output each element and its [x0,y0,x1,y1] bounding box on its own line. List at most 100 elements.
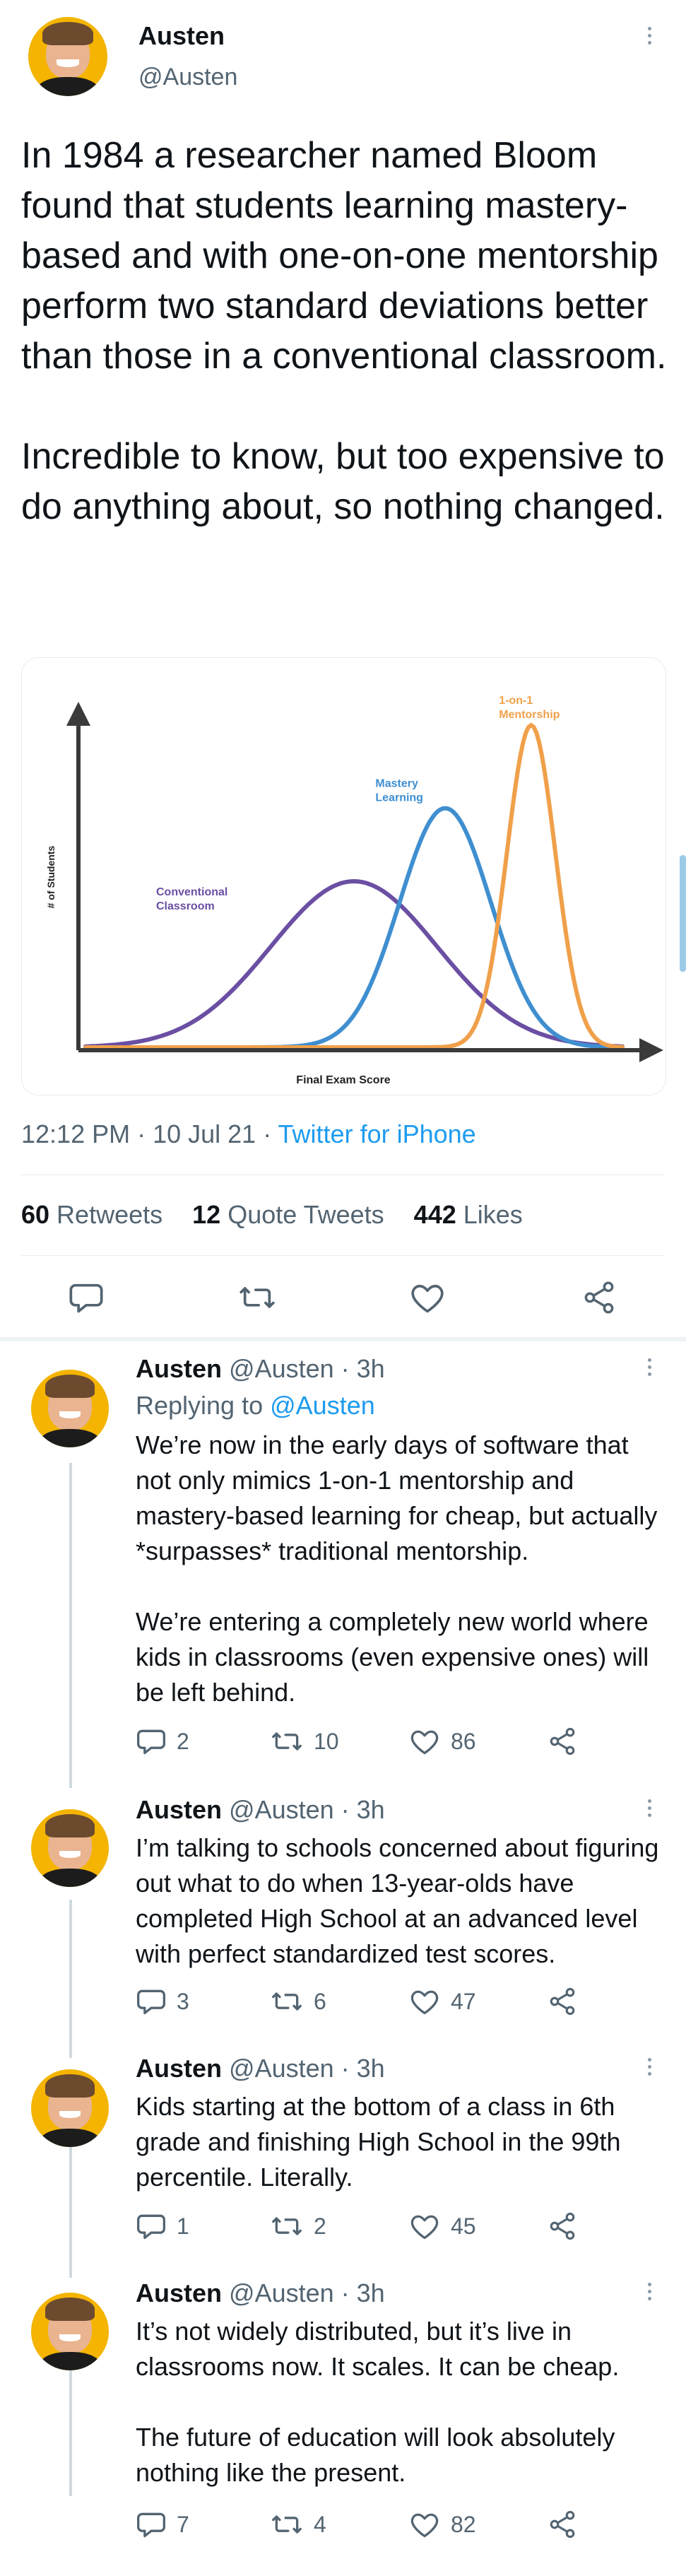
retweet-icon [272,1732,302,1751]
heart-icon [410,2513,439,2538]
share-icon[interactable] [547,1986,578,2017]
like-action[interactable]: 86 [408,1726,476,1757]
tweet-source[interactable]: Twitter for iPhone [278,1119,476,1148]
like-count: 45 [451,2213,476,2239]
heart-icon [410,1730,439,1755]
quotes-count: 12 [192,1200,221,1229]
x-axis-label: Final Exam Score [296,1074,390,1086]
more-dots-icon[interactable] [648,2058,652,2079]
replying-to: Replying to @Austen [136,1391,375,1421]
more-dots-icon[interactable] [648,1799,652,1821]
series-label-1: Mastery [375,778,418,790]
share-icon[interactable] [547,2211,578,2242]
retweets-count: 60 [21,1200,50,1229]
like-count: 82 [451,2511,476,2537]
like-action[interactable]: 47 [408,1986,476,2017]
retweet-icon [272,2217,302,2235]
likes-count: 442 [413,1200,456,1229]
author-name[interactable]: Austen [138,21,225,51]
series-label-2: 1-on-1 [499,695,533,707]
likes-stat[interactable]: 442 Likes [414,1200,523,1229]
quotes-stat[interactable]: 12 Quote Tweets [192,1200,384,1229]
reply-icon[interactable] [68,1279,105,1316]
more-dots-icon[interactable] [648,2283,652,2304]
reply-icon [137,2214,165,2240]
divider [21,1255,665,1256]
reply-author-name[interactable]: Austen [136,2054,222,2083]
series-curve-1 [83,806,625,1049]
like-count: 47 [451,1988,476,2014]
avatar[interactable] [31,1370,109,1447]
reply-header: Austen @Austen · 3h [136,2054,385,2083]
reply-count: 2 [177,1728,189,1754]
like-icon[interactable] [408,1279,447,1316]
reply-author-name[interactable]: Austen [136,2278,222,2307]
reply-action[interactable]: 3 [136,1986,189,2017]
avatar[interactable] [28,17,107,96]
y-axis-label: # of Students [45,845,57,908]
y-axis-arrow [66,702,90,726]
thread-line [69,2369,72,2496]
reply-header: Austen @Austen · 3h [136,2278,385,2308]
reply-meta: @Austen · 3h [222,1795,385,1824]
heart-icon [410,2215,439,2240]
reply-text: We’re now in the early days of software … [136,1430,658,1707]
retweet-action[interactable]: 2 [270,2211,326,2242]
tweet-timestamp-row: 12:12 PM · 10 Jul 21 · Twitter for iPhon… [21,1119,476,1149]
reply-count: 3 [177,1988,189,2014]
heart-icon [410,1990,439,2015]
reply-meta: @Austen · 3h [222,2278,385,2307]
chart-card[interactable]: Conventional Classroom Mastery Learning 1-on… [21,657,666,1095]
reply-action[interactable]: 1 [136,2211,189,2242]
like-action[interactable]: 82 [408,2509,476,2540]
retweet-icon [272,1992,302,2011]
reply-icon [137,2512,165,2538]
share-icon[interactable] [547,1726,578,1757]
share-icon[interactable] [581,1279,617,1316]
reply-author-name[interactable]: Austen [136,1354,222,1383]
reply-icon [137,1989,165,2015]
thread-line [69,1463,72,1788]
reply-count: 1 [177,2213,189,2239]
reply-header: Austen @Austen · 3h [136,1795,385,1825]
reply-icon [137,1729,165,1755]
avatar[interactable] [31,2293,109,2370]
more-dots-icon[interactable] [648,27,652,48]
retweets-stat[interactable]: 60 Retweets [21,1200,162,1229]
thread-line [69,1900,72,2058]
avatar[interactable] [31,2069,109,2147]
reply-author-name[interactable]: Austen [136,1795,222,1824]
retweets-label: Retweets [49,1200,163,1229]
reply-count: 7 [177,2511,189,2537]
reply-action[interactable]: 2 [136,1726,189,1757]
avatar[interactable] [31,1809,109,1887]
reply-text: It’s not widely distributed, but it’s li… [136,2317,620,2487]
scrollbar-thumb[interactable] [680,855,686,972]
reply-meta: @Austen · 3h [222,1354,385,1383]
replying-to-handle[interactable]: @Austen [270,1391,375,1420]
like-action[interactable]: 45 [408,2211,476,2242]
more-dots-icon[interactable] [648,1358,652,1380]
author-handle[interactable]: @Austen [138,64,237,91]
share-icon[interactable] [547,2509,578,2540]
retweet-count: 6 [314,1988,326,2014]
series-label-0: Classroom [156,900,215,912]
reply-header: Austen @Austen · 3h [136,1354,385,1384]
reply-action[interactable]: 7 [136,2509,189,2540]
retweet-count: 2 [314,2213,326,2239]
tweet-text: In 1984 a researcher named Bloom found t… [21,135,667,527]
section-separator [0,1337,686,1341]
retweet-action[interactable]: 4 [270,2509,326,2540]
bloom-chart: Conventional Classroom Mastery Learning 1-on… [45,695,663,1086]
replying-to-prefix: Replying to [136,1391,271,1420]
retweet-action[interactable]: 10 [270,1726,339,1757]
series-label-0: Conventional [156,886,227,898]
retweet-count: 4 [314,2511,326,2537]
reply-text: Kids starting at the bottom of a class i… [136,2092,621,2192]
series-label-1: Learning [375,792,423,804]
like-count: 86 [451,1728,476,1754]
reply-meta: @Austen · 3h [222,2054,385,2083]
retweet-action[interactable]: 6 [270,1986,326,2017]
retweet-icon [272,2515,302,2534]
retweet-icon[interactable] [237,1279,277,1316]
